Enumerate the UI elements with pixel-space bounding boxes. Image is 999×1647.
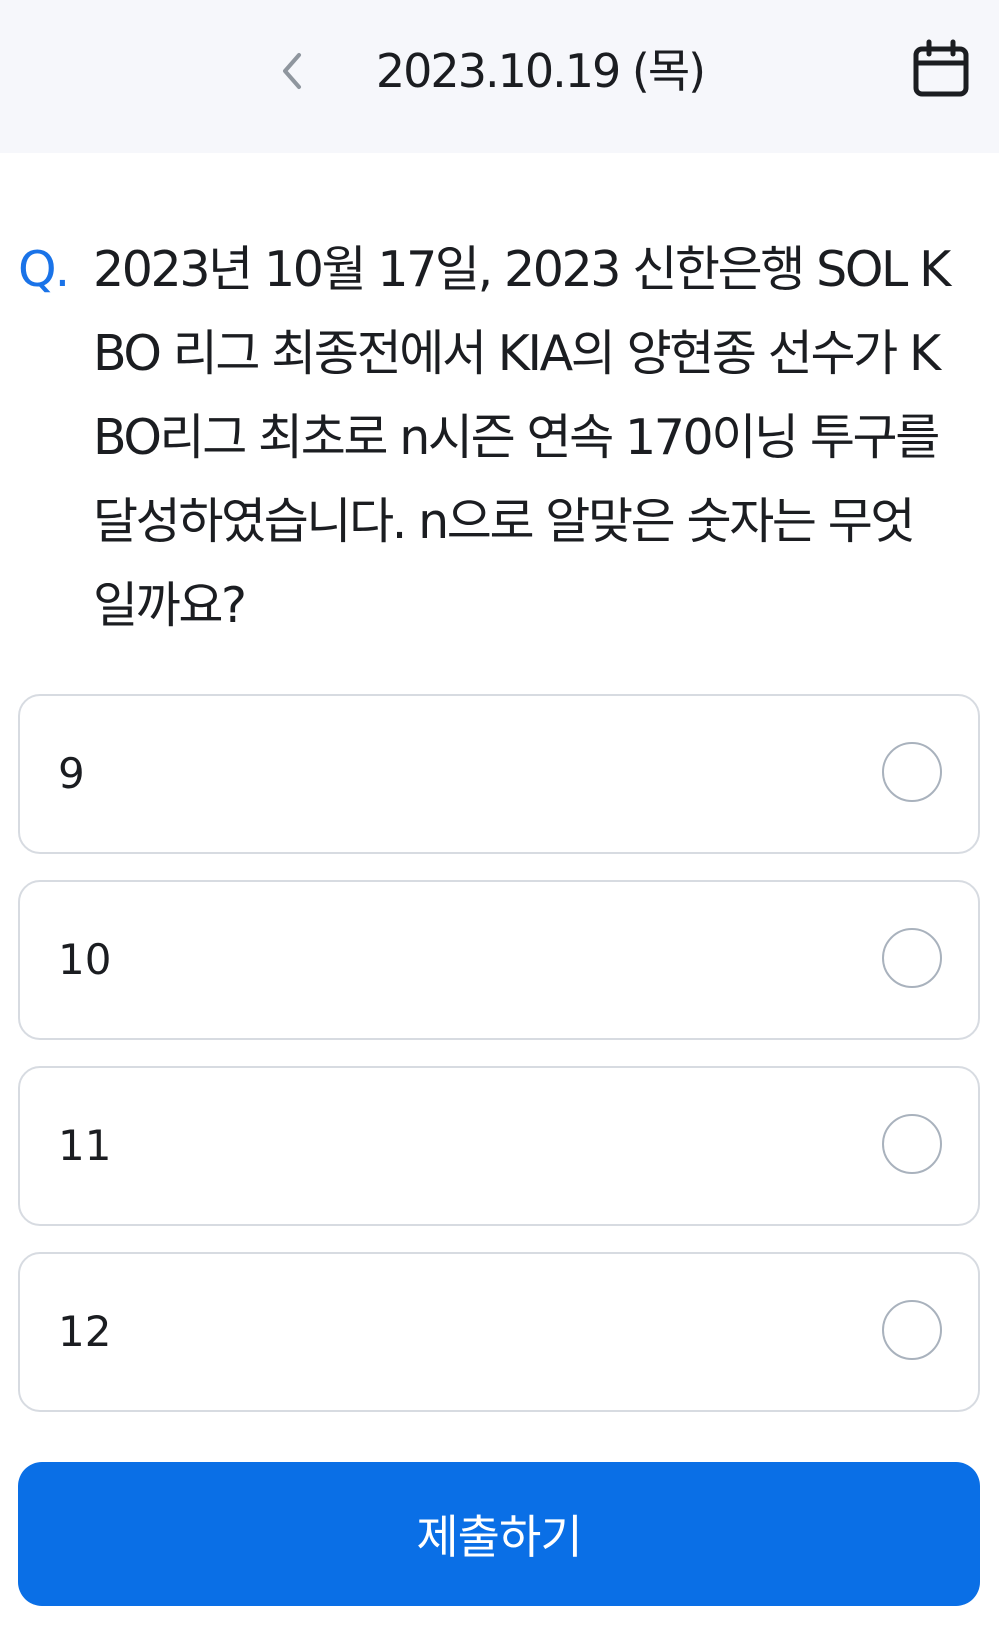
submit-button[interactable]: 제출하기 [18, 1462, 980, 1606]
radio-icon[interactable] [882, 928, 942, 988]
previous-date-button[interactable] [270, 46, 314, 96]
question-text: 2023년 10월 17일, 2023 신한은행 SOL KBO 리그 최종전에… [93, 241, 951, 634]
answer-option-label: 11 [58, 1121, 112, 1170]
answer-option-label: 9 [58, 749, 85, 798]
answer-option-3[interactable]: 11 [18, 1066, 980, 1226]
quiz-question: Q. 2023년 10월 17일, 2023 신한은행 SOL KBO 리그 최… [18, 228, 978, 648]
answer-option-label: 12 [58, 1307, 112, 1356]
radio-icon[interactable] [882, 742, 942, 802]
radio-icon[interactable] [882, 1300, 942, 1360]
radio-icon[interactable] [882, 1114, 942, 1174]
date-title: 2023.10.19 (목) [375, 44, 706, 98]
answer-option-4[interactable]: 12 [18, 1252, 980, 1412]
answer-options: 9 10 11 12 [18, 694, 980, 1438]
calendar-button[interactable] [908, 36, 974, 102]
answer-option-label: 10 [58, 935, 112, 984]
chevron-left-icon [283, 53, 301, 89]
question-prefix: Q. [18, 241, 70, 298]
top-bar: 2023.10.19 (목) [0, 0, 999, 153]
answer-option-2[interactable]: 10 [18, 880, 980, 1040]
answer-option-1[interactable]: 9 [18, 694, 980, 854]
calendar-icon [913, 39, 969, 97]
